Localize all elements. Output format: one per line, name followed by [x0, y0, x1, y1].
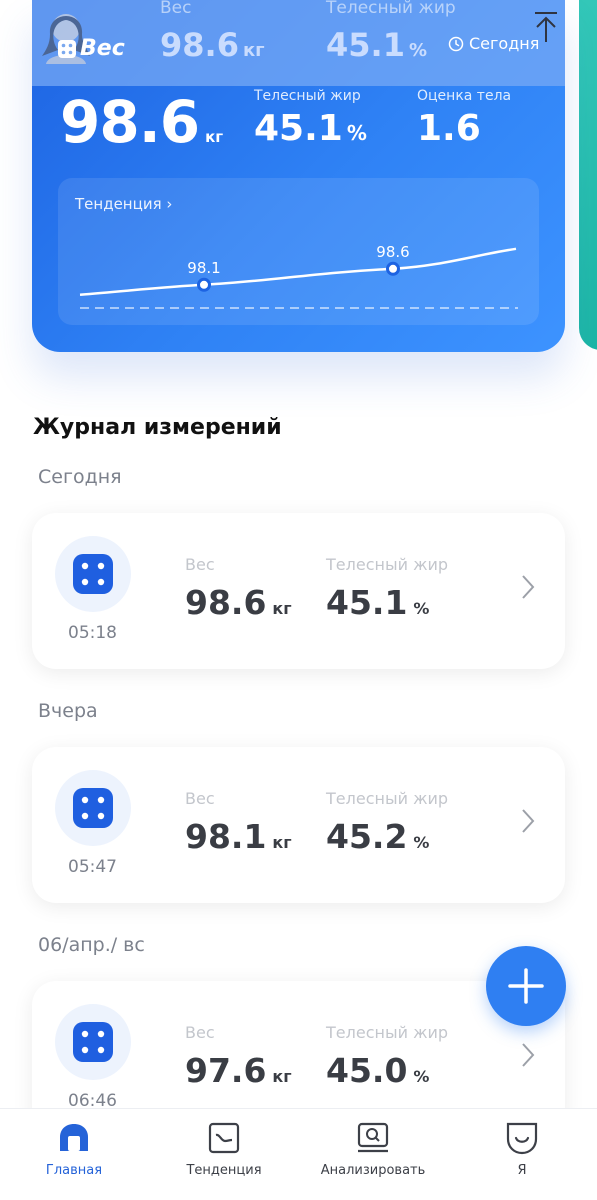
entry-fat-value: 45.1 [326, 583, 408, 622]
entry-fat: 45.2% [326, 817, 429, 856]
scale-logo-icon [58, 39, 76, 58]
body-fat-unit: % [346, 121, 367, 145]
logo-text: Вес [80, 36, 125, 61]
body-fat-metric: Телесный жир 45.1% [254, 88, 367, 149]
profile-icon [506, 1122, 538, 1155]
chevron-right-icon [522, 575, 535, 599]
home-icon [60, 1124, 88, 1151]
today-label: Сегодня [469, 34, 540, 53]
entry-fat-unit: % [413, 1067, 430, 1086]
plus-icon [508, 968, 544, 1004]
body-score-label: Оценка тела [417, 88, 512, 104]
sticky-fat-value: 45.1 [326, 26, 405, 64]
current-weight: 98.6 кг [60, 88, 223, 156]
sticky-weight-value: 98.6 [160, 26, 239, 64]
scale-icon-bg [55, 1004, 131, 1080]
scale-icon-bg [55, 770, 131, 846]
log-entry[interactable]: 05:18 Вес Телесный жир 98.6 кг 45.1% [32, 513, 565, 669]
entry-weight: 98.1 кг [185, 817, 292, 856]
entry-fat-unit: % [413, 599, 430, 618]
log-title: Журнал измерений [33, 415, 282, 440]
tab-trend-label: Тенденция [186, 1163, 262, 1178]
log-date-label: 06/апр./ вс [38, 934, 145, 956]
trend-point-label: 98.6 [376, 243, 409, 261]
log-entry[interactable]: 05:47 Вес Телесный жир 98.1 кг 45.2% [32, 747, 565, 903]
sticky-header: Вес Вес 98.6 кг Телесный жир 45.1% Сегодн… [32, 0, 565, 86]
scale-icon [73, 1022, 113, 1062]
entry-weight-value: 98.1 [185, 817, 267, 856]
trend-point-label: 98.1 [187, 259, 220, 277]
trend-point [386, 261, 400, 276]
entry-weight: 98.6 кг [185, 583, 292, 622]
trend-mini-chart: 98.1 98.6 [79, 243, 518, 309]
scale-icon-bg [55, 536, 131, 612]
entry-weight-label: Вес [185, 1023, 215, 1042]
scroll-to-top-icon[interactable] [532, 10, 560, 44]
tab-analyze-label: Анализировать [320, 1163, 426, 1178]
next-summary-card[interactable] [579, 0, 597, 350]
entry-fat: 45.0% [326, 1051, 429, 1090]
tab-profile-label: Я [517, 1163, 527, 1178]
body-fat-value: 45.1 [254, 108, 343, 149]
sticky-fat-label: Телесный жир [326, 0, 456, 18]
add-measurement-button[interactable] [486, 946, 566, 1026]
entry-time: 05:18 [68, 623, 117, 643]
entry-weight-label: Вес [185, 555, 215, 574]
entry-time: 05:47 [68, 857, 117, 877]
trend-point [197, 277, 211, 292]
log-date-label: Вчера [38, 700, 98, 722]
entry-weight-value: 97.6 [185, 1051, 267, 1090]
entry-weight-unit: кг [272, 599, 292, 618]
entry-weight-unit: кг [272, 833, 292, 852]
entry-weight-value: 98.6 [185, 583, 267, 622]
sticky-fat-unit: % [408, 40, 427, 61]
analyze-icon [357, 1122, 389, 1153]
entry-fat: 45.1% [326, 583, 429, 622]
trend-panel[interactable]: Тенденция › 98.1 98.6 [58, 178, 539, 325]
tab-home-label: Главная [45, 1163, 103, 1178]
trend-icon [208, 1122, 240, 1154]
entry-fat-unit: % [413, 833, 430, 852]
entry-weight-label: Вес [185, 789, 215, 808]
body-score-metric: Оценка тела 1.6 [417, 88, 511, 149]
today-filter[interactable]: Сегодня [448, 34, 539, 53]
entry-weight: 97.6 кг [185, 1051, 292, 1090]
entry-weight-unit: кг [272, 1067, 292, 1086]
entry-fat-value: 45.0 [326, 1051, 408, 1090]
entry-fat-value: 45.2 [326, 817, 408, 856]
entry-fat-label: Телесный жир [326, 789, 449, 808]
entry-fat-label: Телесный жир [326, 555, 449, 574]
weight-value: 98.6 [60, 88, 200, 156]
sticky-weight-label: Вес [160, 0, 192, 18]
tab-home[interactable]: Главная [4, 1121, 144, 1178]
tab-profile[interactable]: Я [452, 1121, 592, 1178]
clock-icon [448, 36, 464, 51]
log-date-label: Сегодня [38, 466, 122, 488]
scale-icon [73, 788, 113, 828]
tab-analyze[interactable]: Анализировать [303, 1121, 443, 1178]
app-logo: Вес [58, 36, 125, 61]
chevron-right-icon [522, 809, 535, 833]
tab-trend[interactable]: Тенденция [154, 1121, 294, 1178]
body-fat-label: Телесный жир [254, 88, 361, 104]
chevron-right-icon [522, 1043, 535, 1067]
entry-fat-label: Телесный жир [326, 1023, 449, 1042]
sticky-weight-unit: кг [242, 40, 265, 61]
body-score-value: 1.6 [417, 108, 481, 149]
bottom-tab-bar: Главная Тенденция Анализировать Я [0, 1108, 597, 1200]
scale-icon [73, 554, 113, 594]
trend-line [79, 247, 517, 297]
weight-unit: кг [205, 128, 224, 146]
